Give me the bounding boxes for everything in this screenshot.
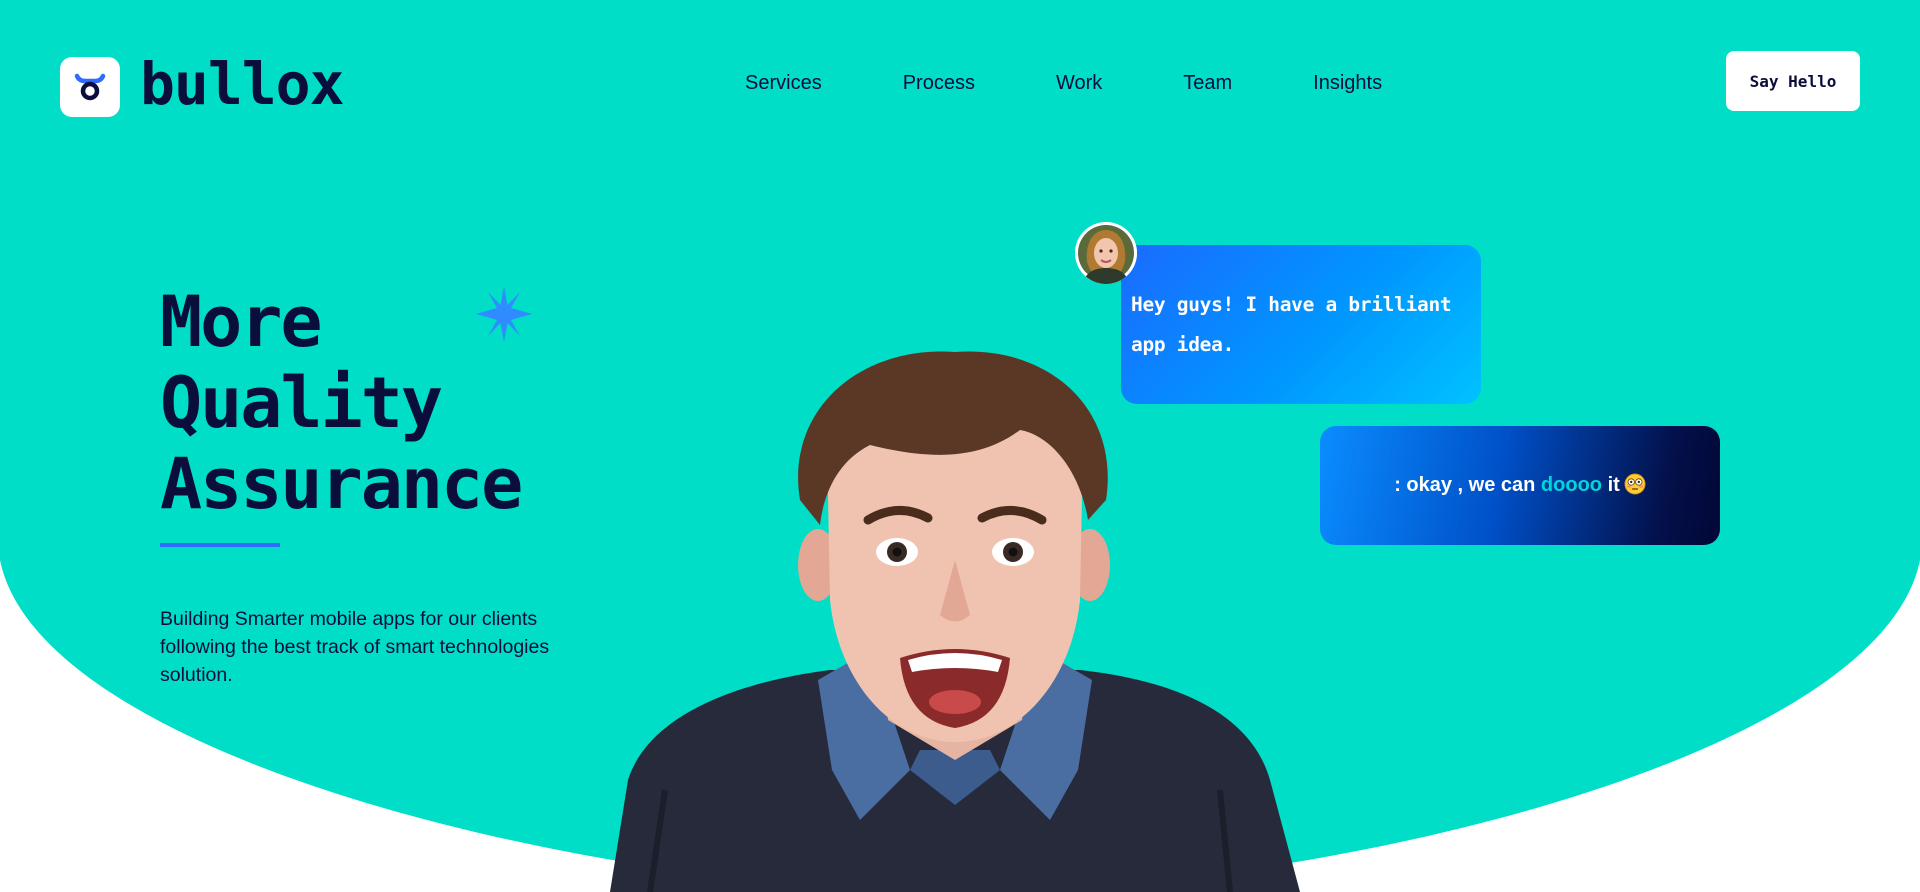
headline-underline	[160, 543, 280, 547]
woman-avatar-icon	[1075, 222, 1137, 284]
bull-ring-icon	[60, 57, 120, 117]
excited-man-image	[610, 351, 1300, 892]
nav-item-process[interactable]: Process	[903, 72, 975, 95]
nav-item-insights[interactable]: Insights	[1313, 72, 1382, 95]
chat-message-2-prefix: : okay , we can	[1394, 474, 1541, 496]
chat-bubble-reply: : okay , we can doooo it	[1320, 426, 1720, 545]
brand-name: bullox	[140, 50, 345, 118]
sparkle-icon	[476, 286, 532, 342]
chat-bubble-client: Hey guys! I have a brilliant app idea.	[1121, 245, 1481, 404]
landing-page: bullox Services Process Work Team Insigh…	[0, 0, 1920, 892]
chat-message-2-suffix: it	[1602, 474, 1620, 496]
headline-line-3: Assurance	[160, 443, 523, 525]
say-hello-button[interactable]: Say Hello	[1726, 51, 1860, 111]
chat-message-2: : okay , we can doooo it	[1394, 473, 1646, 497]
main-nav: Services Process Work Team Insights	[745, 72, 1382, 95]
nav-item-team[interactable]: Team	[1183, 72, 1232, 95]
chat-message-2-highlight: doooo	[1540, 474, 1603, 496]
nav-item-services[interactable]: Services	[745, 72, 822, 95]
brand-logo-link[interactable]: bullox	[60, 50, 345, 118]
hero-headline: More Quality Assurance	[160, 281, 523, 525]
chat-message-1: Hey guys! I have a brilliant app idea.	[1131, 293, 1452, 356]
headline-line-1: More	[160, 281, 323, 363]
nav-item-work[interactable]: Work	[1056, 72, 1102, 95]
hero-subtitle: Building Smarter mobile apps for our cli…	[160, 608, 550, 686]
flushed-face-emoji-icon	[1624, 473, 1646, 495]
headline-line-2: Quality	[160, 362, 443, 444]
